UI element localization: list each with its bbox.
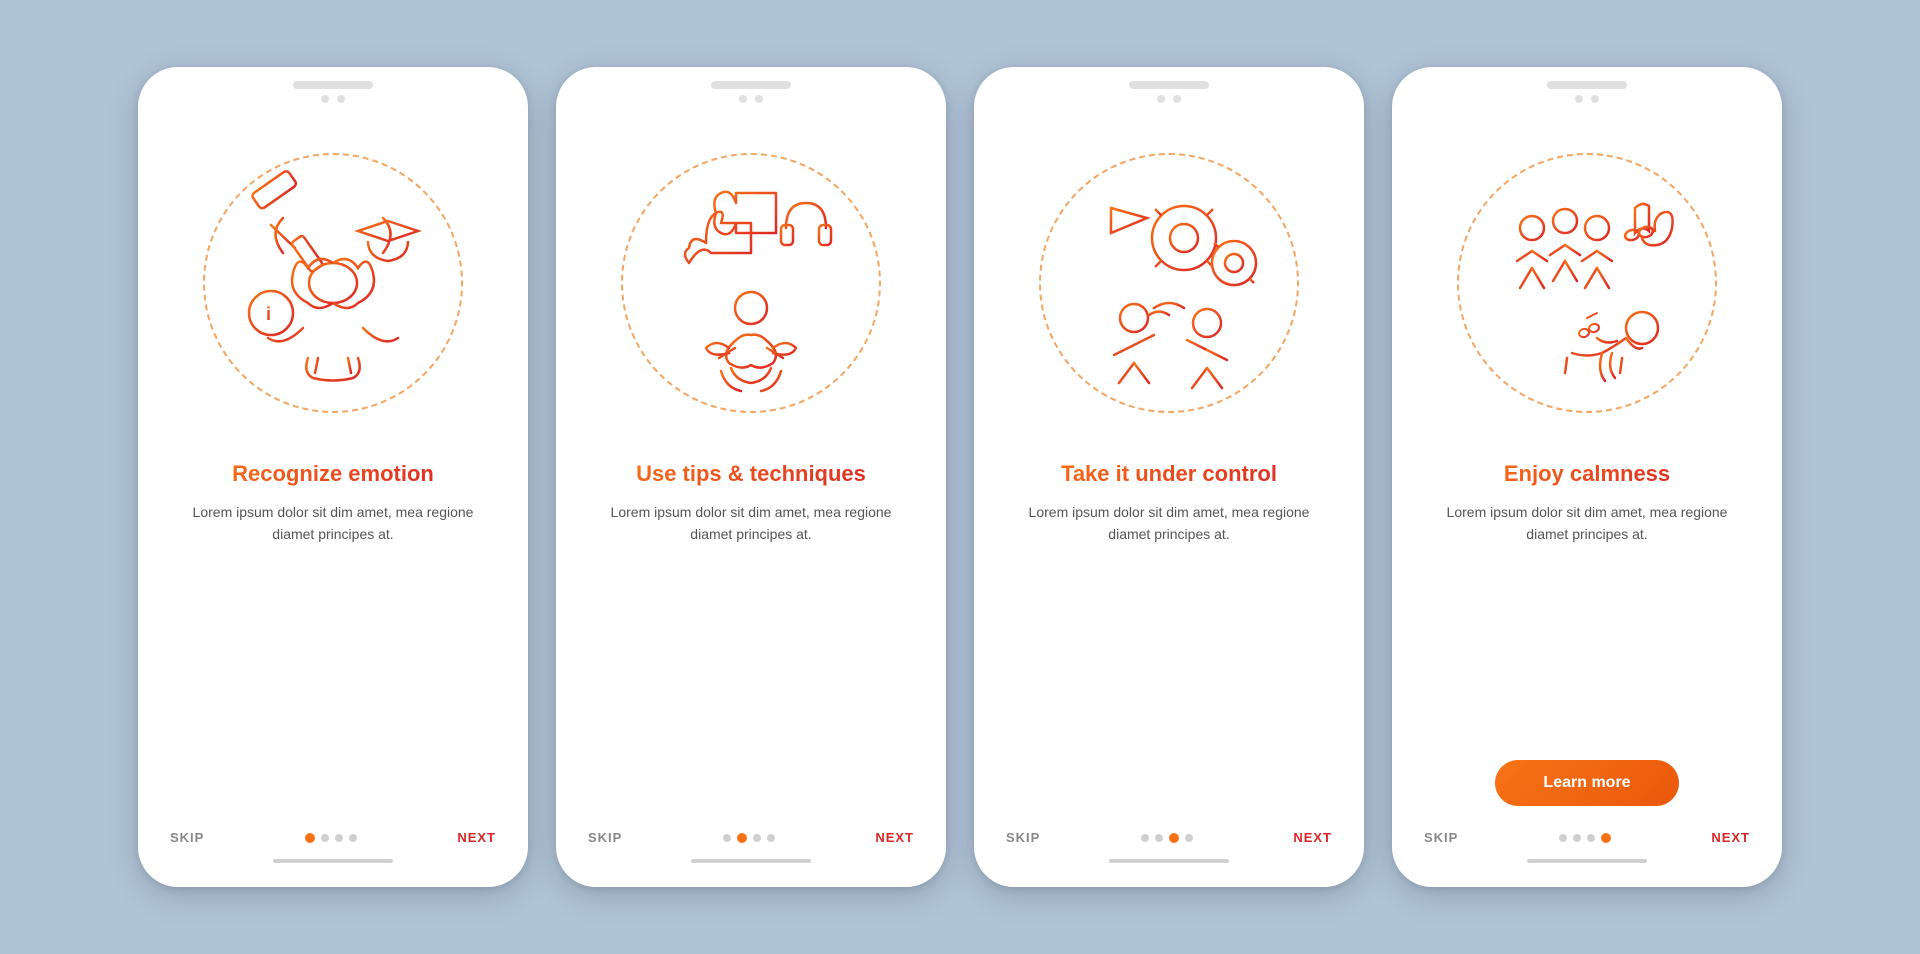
screen-4-skip[interactable]: SKIP (1424, 830, 1458, 845)
screen-3-body: Lorem ipsum dolor sit dim amet, mea regi… (974, 501, 1364, 814)
nav-dot-2-4 (767, 834, 775, 842)
nav-dot-2-2 (737, 833, 747, 843)
screen-1-skip[interactable]: SKIP (170, 830, 204, 845)
phone-screen-4: Enjoy calmness Lorem ipsum dolor sit dim… (1392, 67, 1782, 887)
nav-dot-3-3 (1169, 833, 1179, 843)
phone-dots-top-4 (1575, 95, 1599, 103)
screen-3-skip[interactable]: SKIP (1006, 830, 1040, 845)
screen-4-nav: SKIP NEXT (1392, 814, 1782, 845)
screen-1-nav: SKIP NEXT (138, 814, 528, 845)
dot-8 (1591, 95, 1599, 103)
screen-4-bottom-bar (1527, 859, 1647, 863)
nav-dot-3-2 (1155, 834, 1163, 842)
screen-3-bottom-bar (1109, 859, 1229, 863)
screen-2-dots (723, 833, 775, 843)
dashed-circle-3 (1039, 153, 1299, 413)
screen-4-title: Enjoy calmness (1480, 461, 1694, 487)
screen-3-title: Take it under control (1037, 461, 1301, 487)
screen-3-next[interactable]: NEXT (1293, 830, 1332, 845)
screen-2-body: Lorem ipsum dolor sit dim amet, mea regi… (556, 501, 946, 814)
screens-container: i (98, 27, 1822, 927)
screen-1-body: Lorem ipsum dolor sit dim amet, mea regi… (138, 501, 528, 814)
dot-1 (321, 95, 329, 103)
phone-notch-2 (711, 81, 791, 89)
screen-2-nav: SKIP NEXT (556, 814, 946, 845)
learn-more-button[interactable]: Learn more (1495, 760, 1678, 806)
phone-dots-top-1 (321, 95, 345, 103)
illustration-1: i (173, 123, 493, 443)
screen-4-body: Lorem ipsum dolor sit dim amet, mea regi… (1392, 501, 1782, 742)
dot-7 (1575, 95, 1583, 103)
dashed-circle-4 (1457, 153, 1717, 413)
nav-dot-4-2 (1573, 834, 1581, 842)
screen-2-title: Use tips & techniques (612, 461, 890, 487)
nav-dot-1-1 (305, 833, 315, 843)
phone-screen-2: Use tips & techniques Lorem ipsum dolor … (556, 67, 946, 887)
nav-dot-4-1 (1559, 834, 1567, 842)
nav-dot-3-4 (1185, 834, 1193, 842)
phone-notch-3 (1129, 81, 1209, 89)
phone-dots-top-3 (1157, 95, 1181, 103)
nav-dot-1-4 (349, 834, 357, 842)
dashed-circle-2 (621, 153, 881, 413)
nav-dot-2-3 (753, 834, 761, 842)
nav-dot-3-1 (1141, 834, 1149, 842)
screen-2-next[interactable]: NEXT (875, 830, 914, 845)
screen-2-skip[interactable]: SKIP (588, 830, 622, 845)
phone-notch-1 (293, 81, 373, 89)
illustration-4 (1427, 123, 1747, 443)
nav-dot-1-3 (335, 834, 343, 842)
screen-4-next[interactable]: NEXT (1711, 830, 1750, 845)
dot-2 (337, 95, 345, 103)
screen-1-next[interactable]: NEXT (457, 830, 496, 845)
dashed-circle-1 (203, 153, 463, 413)
dot-5 (1157, 95, 1165, 103)
phone-screen-3: Take it under control Lorem ipsum dolor … (974, 67, 1364, 887)
screen-1-dots (305, 833, 357, 843)
dot-6 (1173, 95, 1181, 103)
nav-dot-4-3 (1587, 834, 1595, 842)
screen-3-nav: SKIP NEXT (974, 814, 1364, 845)
illustration-3 (1009, 123, 1329, 443)
nav-dot-2-1 (723, 834, 731, 842)
phone-notch-4 (1547, 81, 1627, 89)
phone-screen-1: i (138, 67, 528, 887)
nav-dot-4-4 (1601, 833, 1611, 843)
screen-1-title: Recognize emotion (208, 461, 458, 487)
phone-dots-top-2 (739, 95, 763, 103)
screen-2-bottom-bar (691, 859, 811, 863)
nav-dot-1-2 (321, 834, 329, 842)
screen-3-dots (1141, 833, 1193, 843)
dot-3 (739, 95, 747, 103)
screen-1-bottom-bar (273, 859, 393, 863)
screen-4-dots (1559, 833, 1611, 843)
dot-4 (755, 95, 763, 103)
illustration-2 (591, 123, 911, 443)
